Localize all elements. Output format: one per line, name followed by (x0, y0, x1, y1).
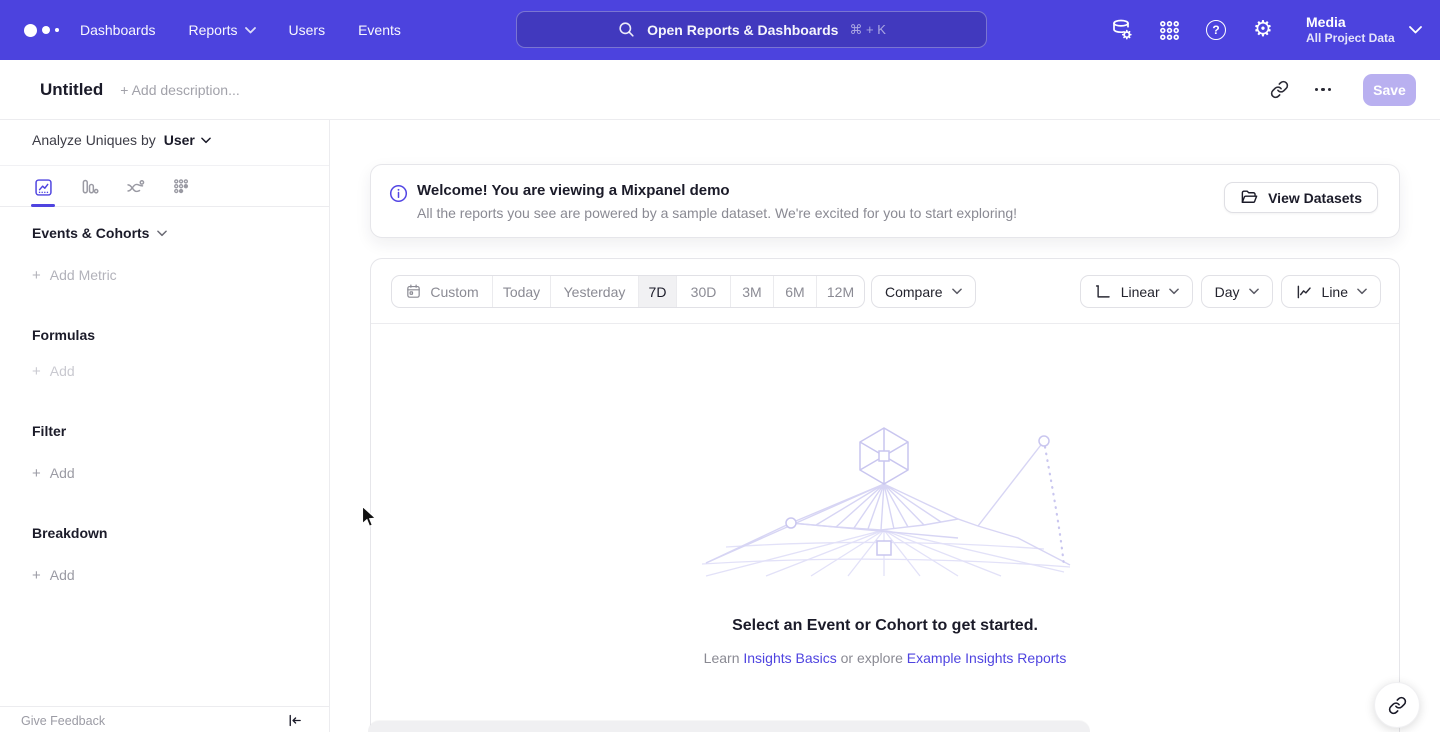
add-description-field[interactable]: + Add description... (120, 82, 239, 98)
link-icon (1388, 696, 1407, 715)
compare-dropdown[interactable]: Compare (871, 275, 976, 308)
add-filter-button[interactable]: + Add (32, 465, 75, 481)
project-name: Media (1306, 14, 1395, 31)
plus-icon: + (32, 568, 41, 583)
insights-chart-card: Custom Today Yesterday 7D 30D 3M 6M 12M … (370, 258, 1400, 732)
chevron-down-icon (1357, 288, 1367, 295)
range-custom[interactable]: Custom (392, 276, 492, 307)
range-today[interactable]: Today (492, 276, 550, 307)
project-switcher[interactable]: Media All Project Data (1306, 14, 1422, 46)
search-icon (617, 20, 636, 39)
range-30d[interactable]: 30D (676, 276, 730, 307)
info-icon (389, 184, 408, 203)
add-breakdown-button[interactable]: + Add (32, 567, 75, 583)
range-yesterday[interactable]: Yesterday (550, 276, 638, 307)
linear-axis-icon (1094, 283, 1112, 301)
apps-grid-icon[interactable] (1157, 18, 1181, 42)
empty-state-title: Select an Event or Cohort to get started… (371, 617, 1399, 635)
top-navigation: Dashboards Reports Users Events Open Rep… (0, 0, 1440, 60)
range-6m[interactable]: 6M (773, 276, 816, 307)
view-datasets-button[interactable]: View Datasets (1224, 182, 1378, 213)
tab-insights-icon[interactable] (31, 175, 55, 199)
chevron-down-icon (1169, 288, 1179, 295)
banner-title: Welcome! You are viewing a Mixpanel demo (417, 182, 730, 199)
report-title[interactable]: Untitled (40, 80, 103, 100)
share-link-button[interactable] (1374, 682, 1420, 728)
more-options-icon[interactable] (1315, 84, 1332, 96)
tab-bar-chart-icon[interactable] (77, 175, 101, 199)
plus-icon: + (32, 364, 41, 379)
add-metric-button[interactable]: + Add Metric (32, 267, 117, 283)
help-icon[interactable]: ? (1204, 18, 1228, 42)
settings-gear-icon[interactable]: ⚙ (1251, 18, 1275, 42)
range-7d-selected[interactable]: 7D (638, 276, 676, 307)
collapse-sidebar-icon[interactable] (286, 712, 303, 729)
breakdown-section-label: Breakdown (32, 525, 107, 541)
chevron-down-icon (1409, 26, 1422, 34)
chevron-down-icon (201, 137, 211, 144)
events-cohorts-section[interactable]: Events & Cohorts (32, 225, 167, 241)
plus-icon: + (32, 466, 41, 481)
mixpanel-logo[interactable] (24, 24, 64, 37)
search-shortcut: ⌘ + K (849, 22, 886, 38)
range-12m[interactable]: 12M (816, 276, 864, 307)
tab-retention-icon[interactable] (169, 175, 193, 199)
tab-flow-icon[interactable] (123, 175, 147, 199)
copy-link-icon[interactable] (1270, 80, 1289, 99)
nav-reports[interactable]: Reports (189, 22, 256, 38)
plus-icon: + (32, 268, 41, 283)
save-button[interactable]: Save (1363, 74, 1416, 106)
nav-events[interactable]: Events (358, 22, 401, 38)
interval-dropdown[interactable]: Day (1201, 275, 1273, 308)
sidebar-footer: Give Feedback (0, 706, 329, 732)
chart-type-tabs (0, 165, 329, 207)
empty-state-subtitle: Learn Insights Basics or explore Example… (371, 650, 1399, 666)
insights-basics-link[interactable]: Insights Basics (743, 650, 836, 666)
line-chart-icon (1295, 283, 1313, 301)
chevron-down-icon (952, 288, 962, 295)
selected-tab-indicator (31, 204, 55, 207)
search-placeholder: Open Reports & Dashboards (647, 22, 838, 38)
analyze-uniques-label: Analyze Uniques by (32, 132, 156, 148)
chart-controls-row: Custom Today Yesterday 7D 30D 3M 6M 12M … (371, 259, 1399, 324)
example-reports-link[interactable]: Example Insights Reports (907, 650, 1067, 666)
analyze-by-dropdown[interactable]: User (164, 132, 211, 148)
filter-section-label: Filter (32, 423, 66, 439)
chevron-down-icon (157, 230, 167, 237)
welcome-banner: Welcome! You are viewing a Mixpanel demo… (370, 164, 1400, 238)
range-3m[interactable]: 3M (730, 276, 773, 307)
chart-type-dropdown[interactable]: Line (1281, 275, 1381, 308)
primary-nav: Dashboards Reports Users Events (80, 22, 401, 38)
global-search[interactable]: Open Reports & Dashboards ⌘ + K (516, 11, 987, 48)
chevron-down-icon (245, 27, 256, 34)
nav-dashboards[interactable]: Dashboards (80, 22, 156, 38)
nav-utilities: ? ⚙ Media All Project Data (1110, 0, 1422, 60)
banner-subtitle: All the reports you see are powered by a… (417, 205, 1017, 221)
formulas-section-label: Formulas (32, 327, 95, 343)
calendar-icon (405, 283, 422, 300)
give-feedback-link[interactable]: Give Feedback (21, 714, 105, 728)
scale-dropdown[interactable]: Linear (1080, 275, 1193, 308)
folder-icon (1240, 188, 1259, 207)
report-header-bar: Untitled + Add description... Save (0, 60, 1440, 120)
add-formula-button[interactable]: + Add (32, 363, 75, 379)
chevron-down-icon (1249, 288, 1259, 295)
query-builder-sidebar: Analyze Uniques by User (0, 120, 330, 732)
nav-users[interactable]: Users (289, 22, 326, 38)
project-scope: All Project Data (1306, 31, 1395, 46)
empty-state-illustration (696, 426, 1076, 578)
results-table-peek[interactable] (368, 721, 1090, 732)
data-management-icon[interactable] (1110, 18, 1134, 42)
date-range-control: Custom Today Yesterday 7D 30D 3M 6M 12M (391, 275, 865, 308)
